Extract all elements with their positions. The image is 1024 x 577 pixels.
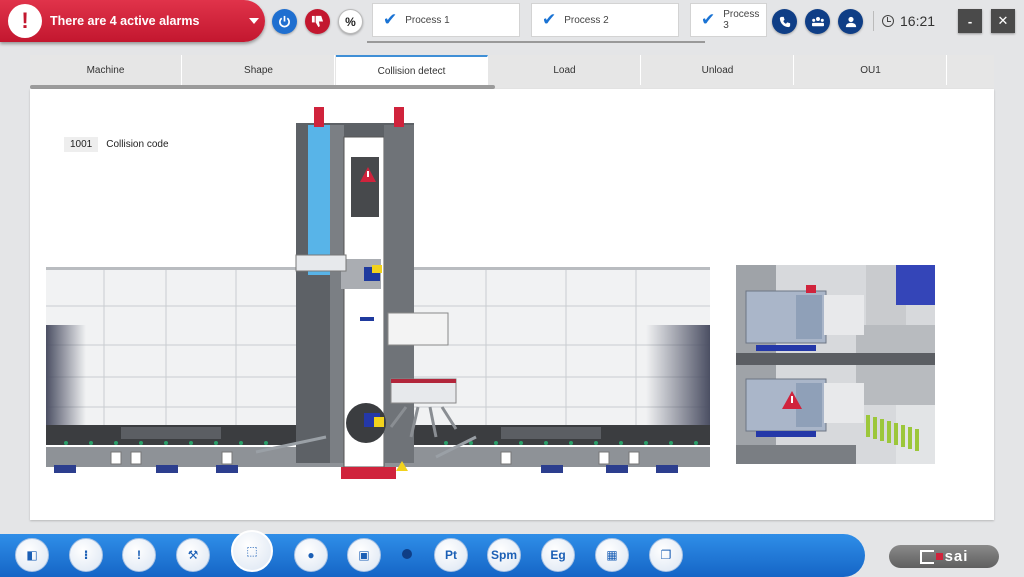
eg-icon: Eg	[550, 548, 566, 562]
user-icon	[845, 16, 856, 27]
power-icon	[279, 15, 290, 28]
pt-icon: Pt	[445, 548, 457, 562]
tab-unload[interactable]: Unload	[642, 55, 794, 85]
spm-dock-button[interactable]: Spm	[487, 538, 521, 572]
user-icon: ●	[307, 548, 315, 562]
team-icon	[811, 16, 824, 26]
tab-collision-detect[interactable]: Collision detect	[336, 55, 488, 85]
tools-dock-button[interactable]: ⚒	[176, 538, 210, 572]
tab-machine[interactable]: Machine	[30, 55, 182, 85]
process-card-2[interactable]: ✔ Process 2	[531, 3, 679, 37]
screen-dock-button[interactable]: ▣	[347, 538, 381, 572]
clock-time: 16:21	[900, 13, 936, 29]
frame-icon: ⬚	[246, 544, 258, 558]
home-dock-button[interactable]: ◧	[15, 538, 49, 572]
logo-dot-icon	[935, 553, 943, 560]
tab-ou1[interactable]: OU1	[795, 55, 947, 85]
brand-text: sai	[944, 548, 969, 565]
calculator-icon: ▦	[606, 548, 618, 562]
clock-icon	[882, 15, 894, 27]
thumbs-down-icon	[311, 15, 324, 28]
process-scrollbar[interactable]	[367, 41, 705, 43]
percent-icon: %	[345, 14, 356, 29]
documents-dock-button[interactable]: ❐	[649, 538, 683, 572]
power-button[interactable]	[272, 9, 297, 34]
tab-bar: Machine Shape Collision detect Load Unlo…	[30, 55, 994, 89]
modes-icon: ⁝	[83, 548, 89, 562]
alarm-dock-button[interactable]: !	[122, 538, 156, 572]
spm-icon: Spm	[490, 548, 517, 562]
dock-separator-dot	[402, 549, 412, 559]
process-card-1[interactable]: ✔ Process 1	[372, 3, 520, 37]
wrench-icon: ⚒	[187, 548, 199, 562]
tab-load[interactable]: Load	[489, 55, 641, 85]
exclamation-icon: !	[8, 4, 42, 38]
exclamation-icon: !	[137, 548, 141, 562]
calculator-dock-button[interactable]: ▦	[595, 538, 629, 572]
minimize-button[interactable]: -	[958, 9, 982, 33]
pt-dock-button[interactable]: Pt	[434, 538, 468, 572]
thumbs-down-button[interactable]	[305, 9, 330, 34]
logo-mark-icon	[919, 549, 934, 564]
phone-button[interactable]	[772, 9, 797, 34]
top-bar: ! There are 4 active alarms % ✔ Process …	[0, 0, 1024, 44]
process-card-3[interactable]: ✔ Process 3	[690, 3, 767, 37]
process-label: Process 1	[405, 14, 450, 26]
percent-button[interactable]: %	[338, 9, 363, 34]
tab-shape[interactable]: Shape	[183, 55, 335, 85]
collision-closeup-image	[736, 265, 935, 464]
process-label: Process 3	[723, 9, 760, 31]
clock: 16:21	[873, 11, 935, 31]
collision-panel: 1001 Collision code	[30, 89, 994, 520]
machine-illustration	[46, 107, 710, 479]
eg-dock-button[interactable]: Eg	[541, 538, 575, 572]
team-button[interactable]	[805, 9, 830, 34]
brand-logo: sai	[889, 545, 999, 568]
monitor-icon: ▣	[358, 548, 370, 562]
modes-dock-button[interactable]: ⁝	[69, 538, 103, 572]
phone-icon	[779, 16, 790, 27]
split-arrow-icon: ◧	[26, 548, 38, 562]
alarm-text: There are 4 active alarms	[50, 14, 200, 28]
process-label: Process 2	[564, 14, 609, 26]
check-icon: ✔	[701, 10, 716, 29]
user-button[interactable]	[838, 9, 863, 34]
check-icon: ✔	[383, 10, 398, 29]
chevron-down-icon[interactable]	[249, 18, 259, 24]
documents-icon: ❐	[660, 548, 672, 562]
close-button[interactable]: ✕	[991, 9, 1015, 33]
collision-dock-button[interactable]: ⬚	[231, 530, 273, 572]
check-icon: ✔	[542, 10, 557, 29]
alarm-banner[interactable]: ! There are 4 active alarms	[0, 0, 265, 42]
user-dock-button[interactable]: ●	[294, 538, 328, 572]
